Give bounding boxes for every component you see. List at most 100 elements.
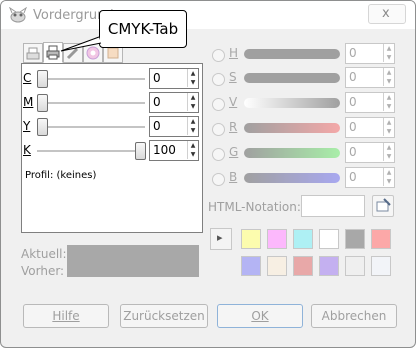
history-swatch[interactable] xyxy=(241,229,261,249)
c-spin[interactable]: 0 ▲ ▼ xyxy=(149,68,199,89)
spin-up-icon[interactable]: ▲ xyxy=(187,141,198,150)
y-spin[interactable]: 0 ▲ ▼ xyxy=(149,116,199,137)
s-gradient xyxy=(244,73,340,83)
spin-up-icon[interactable]: ▲ xyxy=(187,117,198,126)
spin-up-icon[interactable]: ▲ xyxy=(383,143,394,152)
ok-button[interactable]: OK xyxy=(217,304,303,328)
c-value: 0 xyxy=(153,71,161,85)
title-bar: Vordergrund x xyxy=(1,1,415,29)
b-gradient xyxy=(244,173,340,183)
g-gradient xyxy=(244,148,340,158)
m-track xyxy=(37,102,145,105)
color-dialog-window: Vordergrund x C 0 ▲ ▼ M 0 ▲ ▼ Y 0 ▲ ▼ K … xyxy=(0,0,416,348)
s-value: 0 xyxy=(349,70,357,84)
r-label: R xyxy=(229,120,238,134)
gimp-icon xyxy=(9,7,27,23)
previous-label: Vorher: xyxy=(21,264,65,278)
c-slider[interactable] xyxy=(37,70,48,88)
spin-down-icon[interactable]: ▼ xyxy=(383,127,394,136)
y-value: 0 xyxy=(153,119,161,133)
h-gradient xyxy=(244,49,340,59)
y-track xyxy=(37,126,145,129)
m-value: 0 xyxy=(153,95,161,109)
v-spin[interactable]: 0 ▲ ▼ xyxy=(345,92,395,113)
m-slider[interactable] xyxy=(37,94,48,112)
radio-s[interactable] xyxy=(212,73,225,86)
y-label: Y xyxy=(23,119,31,133)
g-value: 0 xyxy=(349,145,357,159)
k-label: K xyxy=(23,143,31,157)
spin-down-icon[interactable]: ▼ xyxy=(383,53,394,62)
radio-r[interactable] xyxy=(212,123,225,136)
tab-scales[interactable] xyxy=(23,43,43,63)
radio-v[interactable] xyxy=(212,98,225,111)
s-spin[interactable]: 0 ▲ ▼ xyxy=(345,67,395,88)
spin-up-icon[interactable]: ▲ xyxy=(383,93,394,102)
callout-pointer xyxy=(60,36,102,52)
h-spin[interactable]: 0 ▲ ▼ xyxy=(345,43,395,64)
history-swatch[interactable] xyxy=(319,256,339,276)
spin-down-icon[interactable]: ▼ xyxy=(187,102,198,111)
k-track xyxy=(37,150,145,153)
g-spin[interactable]: 0 ▲ ▼ xyxy=(345,142,395,163)
spin-up-icon[interactable]: ▲ xyxy=(383,118,394,127)
html-notation-input[interactable] xyxy=(301,195,365,217)
k-spin[interactable]: 100 ▲ ▼ xyxy=(149,140,199,161)
r-value: 0 xyxy=(349,120,357,134)
close-button[interactable]: x xyxy=(368,4,406,24)
spin-down-icon[interactable]: ▼ xyxy=(187,150,198,159)
y-slider[interactable] xyxy=(37,118,48,136)
radio-h[interactable] xyxy=(212,49,225,62)
v-gradient xyxy=(244,98,340,108)
close-icon: x xyxy=(382,6,390,21)
arrow-right-icon: ▸ xyxy=(217,231,223,244)
g-label: G xyxy=(229,145,239,159)
spin-down-icon[interactable]: ▼ xyxy=(187,126,198,135)
v-label: V xyxy=(229,95,238,109)
cancel-button[interactable]: Abbrechen xyxy=(311,304,397,328)
s-label: S xyxy=(229,70,237,84)
r-gradient xyxy=(244,123,340,133)
r-spin[interactable]: 0 ▲ ▼ xyxy=(345,117,395,138)
m-spin[interactable]: 0 ▲ ▼ xyxy=(149,92,199,113)
spin-down-icon[interactable]: ▼ xyxy=(383,102,394,111)
spin-up-icon[interactable]: ▲ xyxy=(187,69,198,78)
scales-icon xyxy=(26,47,40,60)
spin-up-icon[interactable]: ▲ xyxy=(383,168,394,177)
history-swatch[interactable] xyxy=(319,229,339,249)
spin-up-icon[interactable]: ▲ xyxy=(383,44,394,53)
history-swatch[interactable] xyxy=(345,229,365,249)
html-notation-label: HTML-Notation: xyxy=(208,200,301,214)
history-swatch[interactable] xyxy=(293,229,313,249)
spin-down-icon[interactable]: ▼ xyxy=(383,177,394,186)
radio-b[interactable] xyxy=(212,173,225,186)
reset-button[interactable]: Zurücksetzen xyxy=(120,304,208,328)
history-swatch[interactable] xyxy=(371,256,391,276)
b-spin[interactable]: 0 ▲ ▼ xyxy=(345,167,395,188)
history-swatch[interactable] xyxy=(293,256,313,276)
history-swatch[interactable] xyxy=(241,256,261,276)
help-button[interactable]: Hilfe xyxy=(23,304,109,328)
color-picker-button[interactable] xyxy=(372,195,394,217)
history-swatch[interactable] xyxy=(267,229,287,249)
spin-down-icon[interactable]: ▼ xyxy=(383,77,394,86)
history-swatch[interactable] xyxy=(371,229,391,249)
spin-down-icon[interactable]: ▼ xyxy=(187,78,198,87)
current-label: Aktuell: xyxy=(21,247,67,261)
history-arrow-button[interactable]: ▸ xyxy=(210,228,232,250)
h-value: 0 xyxy=(349,46,357,60)
spin-down-icon[interactable]: ▼ xyxy=(383,152,394,161)
spin-up-icon[interactable]: ▲ xyxy=(187,93,198,102)
b-label: B xyxy=(229,170,238,184)
profile-label: Profil: (keines) xyxy=(25,170,97,181)
spin-up-icon[interactable]: ▲ xyxy=(383,68,394,77)
radio-g[interactable] xyxy=(212,148,225,161)
history-swatch[interactable] xyxy=(267,256,287,276)
k-slider[interactable] xyxy=(135,142,146,160)
history-swatch[interactable] xyxy=(345,256,365,276)
k-value: 100 xyxy=(153,143,176,157)
eyedropper-icon xyxy=(376,198,391,212)
m-label: M xyxy=(23,95,34,109)
b-value: 0 xyxy=(349,170,357,184)
c-label: C xyxy=(23,71,32,85)
